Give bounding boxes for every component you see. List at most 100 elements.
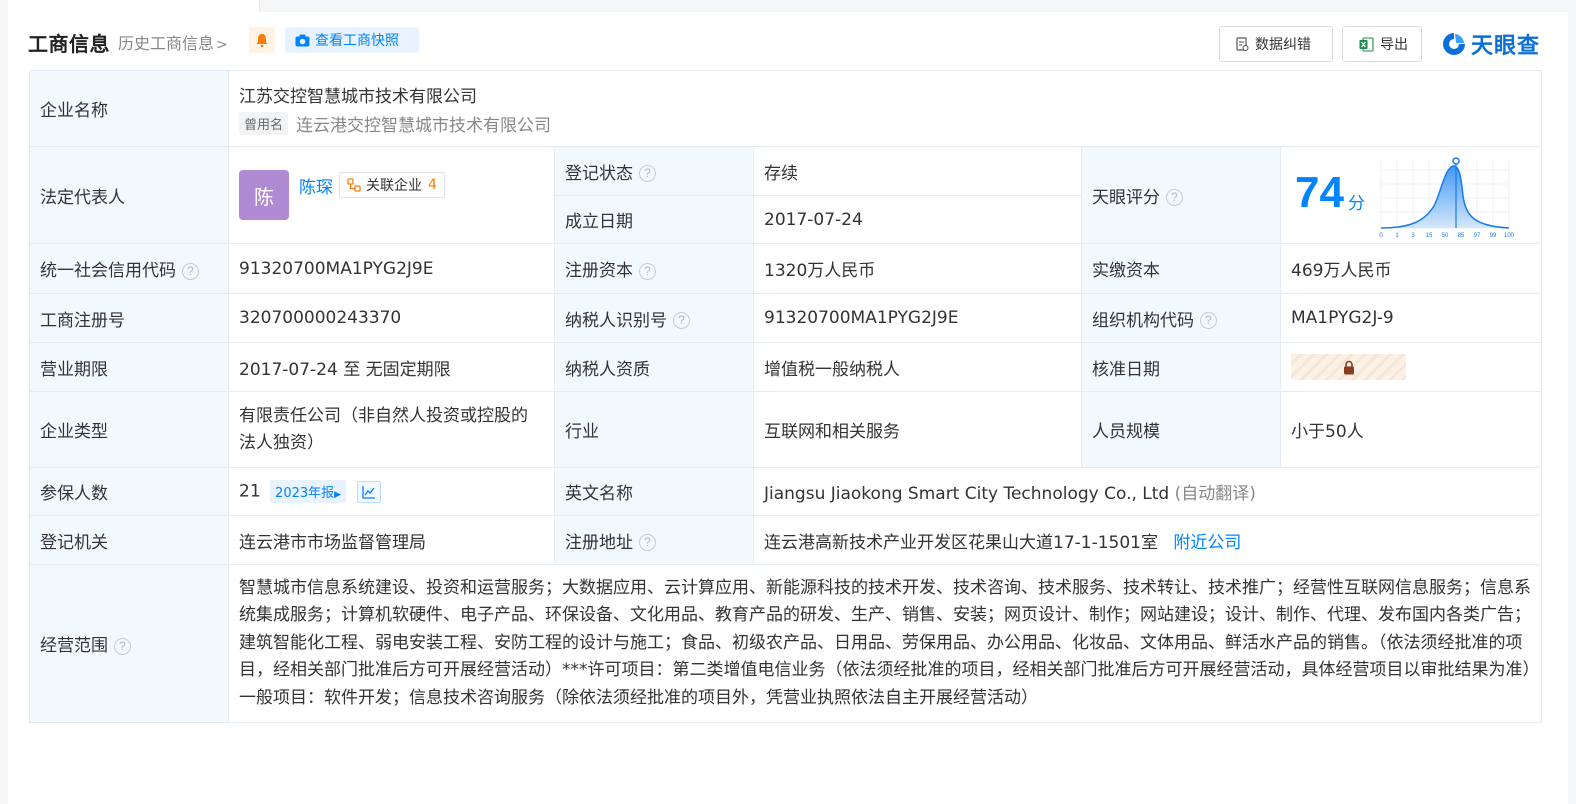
taxpayer-id-label-cell: 纳税人识别号?	[554, 293, 754, 343]
score-axis-tick: 85	[1458, 233, 1465, 239]
industry-value: 互联网和相关服务	[753, 391, 1082, 468]
approve-date-label: 核准日期	[1081, 342, 1281, 392]
score-axis-tick: 99	[1490, 233, 1497, 239]
related-companies-button[interactable]: 关联企业 4	[339, 172, 445, 198]
type-label: 企业类型	[29, 391, 229, 468]
reg-no-label: 工商注册号	[29, 293, 229, 343]
help-icon[interactable]: ?	[1166, 189, 1183, 206]
business-info-table: 企业名称 江苏交控智慧城市技术有限公司 曾用名 连云港交控智慧城市技术有限公司 …	[29, 70, 1543, 723]
capital-label-cell: 注册资本?	[554, 243, 754, 294]
trend-chart-button[interactable]	[357, 480, 382, 503]
locked-value[interactable]	[1291, 354, 1406, 380]
staff-label: 人员规模	[1081, 391, 1281, 468]
avatar[interactable]: 陈	[239, 170, 289, 220]
company-name: 江苏交控智慧城市技术有限公司	[239, 86, 477, 107]
table-row: 企业名称 江苏交控智慧城市技术有限公司 曾用名 连云港交控智慧城市技术有限公司	[29, 70, 1543, 147]
legal-rep-name[interactable]: 陈琛	[299, 173, 333, 198]
english-name: Jiangsu Jiaokong Smart City Technology C…	[764, 484, 1170, 504]
score-value: 74	[1295, 167, 1344, 217]
org-code-value: MA1PYG2J-9	[1279, 293, 1543, 343]
help-icon[interactable]: ?	[639, 165, 656, 182]
logo-text: 天眼查	[1471, 34, 1541, 59]
table-row: 工商注册号 320700000243370 纳税人识别号? 91320700MA…	[29, 293, 1543, 343]
status-label: 登记状态	[565, 163, 633, 184]
address-cell: 连云港高新技术产业开发区花果山大道17-1-1501室 附近公司	[752, 515, 1543, 565]
score-label-cell: 天眼评分?	[1081, 146, 1281, 244]
score-axis-tick: 50	[1442, 233, 1449, 239]
score-distribution-icon: 0 1 3 15 50 85 97 99 100	[1379, 156, 1515, 239]
legal-rep-label: 法定代表人	[29, 146, 229, 244]
data-correction-button[interactable]: 数据纠错	[1219, 26, 1333, 62]
founded-label: 成立日期	[554, 195, 754, 244]
scope-value: 智慧城市信息系统建设、投资和运营服务；大数据应用、云计算应用、新能源科技的技术开…	[227, 564, 1543, 723]
annual-report-button[interactable]: 2023年报▶	[270, 480, 347, 503]
taxpayer-id-value: 91320700MA1PYG2J9E	[753, 293, 1082, 343]
help-icon[interactable]: ?	[639, 262, 656, 280]
table-row: 参保人数 21 2023年报▶ 英文名称 Jiangsu Jiaokong Sm…	[29, 467, 1543, 516]
insured-cell: 21 2023年报▶	[228, 467, 555, 516]
export-label: 导出	[1380, 37, 1408, 53]
reg-no-value: 320700000243370	[228, 293, 555, 343]
address-label-cell: 注册地址?	[554, 515, 754, 565]
export-button[interactable]: 导出	[1342, 26, 1422, 62]
score-axis-tick: 1	[1395, 233, 1399, 239]
org-code-label: 组织机构代码	[1092, 310, 1194, 331]
top-strip	[0, 0, 1576, 12]
tianyancha-logo: 天眼查	[1441, 28, 1540, 60]
authority-value: 连云港市市场监督管理局	[228, 515, 555, 565]
lock-icon	[1343, 360, 1354, 374]
type-value: 有限责任公司（非自然人投资或控股的法人独资）	[228, 391, 555, 468]
table-row: 登记机关 连云港市市场监督管理局 注册地址? 连云港高新技术产业开发区花果山大道…	[29, 515, 1543, 565]
english-name-cell: Jiangsu Jiaokong Smart City Technology C…	[752, 467, 1543, 516]
address-value: 连云港高新技术产业开发区花果山大道17-1-1501室	[764, 532, 1158, 553]
trend-chart-icon	[362, 485, 376, 499]
score-axis-tick: 100	[1504, 233, 1515, 239]
scope-label-cell: 经营范围?	[29, 564, 229, 723]
table-row: 经营范围? 智慧城市信息系统建设、投资和运营服务；大数据应用、云计算应用、新能源…	[29, 564, 1543, 723]
nearby-companies-link[interactable]: 附近公司	[1173, 533, 1241, 553]
help-icon[interactable]: ?	[114, 637, 131, 655]
status-value: 存续	[753, 146, 1082, 196]
table-row: 企业类型 有限责任公司（非自然人投资或控股的法人独资） 行业 互联网和相关服务 …	[29, 391, 1543, 468]
org-code-label-cell: 组织机构代码?	[1081, 293, 1281, 343]
auto-translate-note: (自动翻译)	[1174, 484, 1256, 504]
score-cell[interactable]: 74 分 0 1 3 15 50 85 97 99 100	[1279, 146, 1543, 244]
help-icon[interactable]: ?	[639, 534, 656, 551]
score-axis-tick: 0	[1379, 233, 1383, 239]
snapshot-label: 查看工商快照	[315, 33, 399, 49]
history-link-label: 历史工商信息	[118, 34, 215, 53]
term-value: 2017-07-24 至 无固定期限	[228, 342, 555, 392]
credit-code-value: 91320700MA1PYG2J9E	[228, 243, 555, 294]
insured-label: 参保人数	[29, 467, 229, 516]
score-axis-tick: 97	[1474, 233, 1481, 239]
top-tab-segment	[8, 0, 260, 12]
help-icon[interactable]: ?	[182, 262, 199, 280]
business-info-panel: 工商信息 历史工商信息 > 查看工商快照 数据纠错 导出 天眼查 企业名称 江苏…	[8, 12, 1568, 804]
scope-label: 经营范围	[40, 636, 108, 656]
section-title: 工商信息	[28, 32, 110, 56]
history-business-info-link[interactable]: 历史工商信息 >	[118, 30, 228, 54]
view-snapshot-button[interactable]: 查看工商快照	[285, 27, 419, 53]
tianyancha-logo-icon	[1443, 33, 1465, 55]
excel-icon	[1359, 36, 1374, 52]
credit-code-label: 统一社会信用代码	[40, 261, 176, 281]
approve-date-cell	[1279, 342, 1543, 392]
bell-icon[interactable]	[249, 27, 275, 53]
taxpayer-type-value: 增值税一般纳税人	[753, 342, 1082, 392]
table-row: 营业期限 2017-07-24 至 无固定期限 纳税人资质 增值税一般纳税人 核…	[29, 342, 1543, 392]
former-name-row: 曾用名 连云港交控智慧城市技术有限公司	[239, 111, 1531, 136]
term-label: 营业期限	[29, 342, 229, 392]
table-row: 法定代表人 陈 陈琛 关联企业 4 登记状态? 存续 天眼评分? 74 分 0 …	[29, 146, 1543, 244]
related-label: 关联企业	[366, 178, 422, 194]
former-name-tag: 曾用名	[239, 111, 289, 135]
help-icon[interactable]: ?	[673, 312, 690, 329]
english-name-label: 英文名称	[554, 467, 754, 516]
industry-label: 行业	[554, 391, 754, 468]
paid-capital-value: 469万人民币	[1279, 243, 1543, 294]
help-icon[interactable]: ?	[1200, 312, 1217, 329]
status-label-cell: 登记状态?	[554, 146, 754, 196]
related-company-icon	[347, 178, 361, 192]
taxpayer-id-label: 纳税人识别号	[565, 310, 667, 331]
table-row: 统一社会信用代码? 91320700MA1PYG2J9E 注册资本? 1320万…	[29, 243, 1543, 294]
capital-value: 1320万人民币	[753, 243, 1082, 294]
